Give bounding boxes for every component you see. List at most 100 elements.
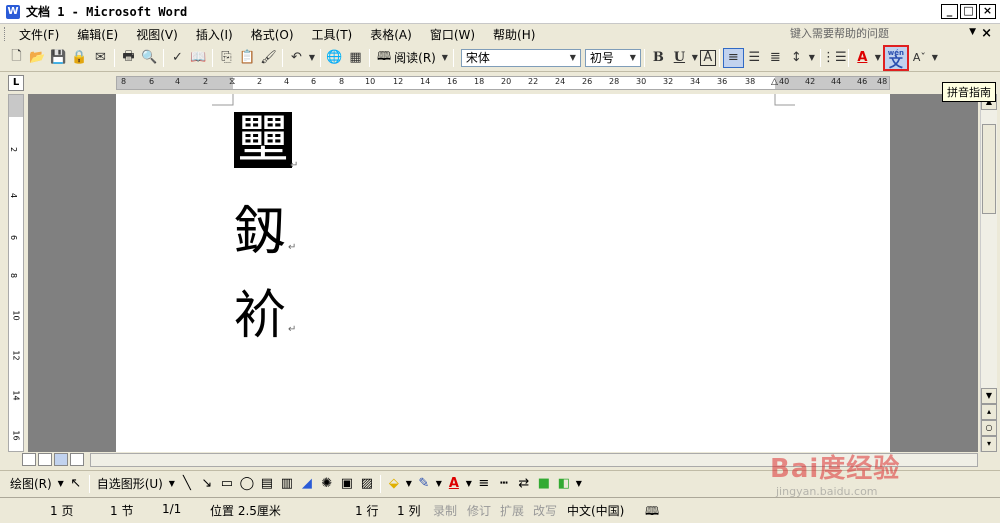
menu-help[interactable]: 帮助(H) bbox=[487, 26, 541, 43]
doc-close-icon[interactable]: × bbox=[981, 26, 992, 41]
align-justify-icon[interactable]: ≡ bbox=[722, 47, 744, 68]
draw-menu-dropdown-icon[interactable]: ▼ bbox=[56, 474, 66, 494]
right-indent-marker-icon[interactable]: △ bbox=[771, 77, 778, 87]
new-doc-icon[interactable]: 🗋 bbox=[6, 48, 27, 68]
status-trk[interactable]: 修订 bbox=[467, 502, 491, 519]
web-view-icon[interactable] bbox=[38, 453, 52, 466]
status-ext[interactable]: 扩展 bbox=[500, 502, 524, 519]
picture-icon[interactable]: ▨ bbox=[357, 474, 377, 494]
font-color-draw-dropdown-icon[interactable]: ▼ bbox=[464, 474, 474, 494]
menu-insert[interactable]: 插入(I) bbox=[190, 26, 239, 43]
rectangle-icon[interactable]: ▭ bbox=[217, 474, 237, 494]
dash-style-icon[interactable]: ┅ bbox=[494, 474, 514, 494]
char-border-button[interactable]: A bbox=[699, 49, 716, 66]
bold-button[interactable]: B bbox=[648, 48, 669, 68]
minimize-button[interactable]: _ bbox=[941, 4, 958, 19]
paste-icon[interactable]: 📋 bbox=[237, 48, 258, 68]
line-color-dropdown-icon[interactable]: ▼ bbox=[434, 474, 444, 494]
clipart-icon[interactable]: ▣ bbox=[337, 474, 357, 494]
outline-view-icon[interactable] bbox=[70, 453, 84, 466]
scroll-thumb[interactable] bbox=[982, 124, 996, 214]
draw-menu-button[interactable]: 绘图(R) bbox=[6, 475, 56, 492]
prev-page-icon[interactable]: ▴ bbox=[981, 404, 997, 420]
menu-format[interactable]: 格式(O) bbox=[245, 26, 300, 43]
document-character[interactable]: 釼 bbox=[234, 204, 286, 260]
spelling-icon[interactable]: ✓ bbox=[167, 48, 188, 68]
indent-marker-icon[interactable]: ⧖ bbox=[229, 77, 235, 87]
table-icon[interactable]: ▦ bbox=[345, 48, 366, 68]
hyperlink-icon[interactable]: 🌐 bbox=[324, 48, 345, 68]
toolbar-options-icon[interactable]: ▼ bbox=[440, 48, 450, 68]
shadow-icon[interactable]: ■ bbox=[534, 474, 554, 494]
font-color-draw-icon[interactable]: A bbox=[444, 474, 464, 494]
font-name-select[interactable]: 宋体 ▼ bbox=[460, 48, 581, 67]
close-button[interactable]: × bbox=[979, 4, 996, 19]
document-page[interactable]: 壨 ↵ 釼 ↵ 衸 ↵ bbox=[116, 94, 890, 452]
underline-dropdown-icon[interactable]: ▼ bbox=[690, 48, 700, 68]
line-style-icon[interactable]: ≡ bbox=[474, 474, 494, 494]
research-icon[interactable]: 📖 bbox=[188, 48, 209, 68]
print-icon[interactable]: 🖶 bbox=[118, 48, 139, 68]
permission-icon[interactable]: 🔒 bbox=[69, 48, 90, 68]
maximize-button[interactable]: □ bbox=[960, 4, 977, 19]
line-spacing-dropdown-icon[interactable]: ▼ bbox=[807, 48, 817, 68]
browse-object-icon[interactable]: ○ bbox=[981, 420, 997, 436]
line-color-icon[interactable]: ✎ bbox=[414, 474, 434, 494]
email-icon[interactable]: ✉ bbox=[90, 48, 111, 68]
scroll-down-icon[interactable]: ▼ bbox=[981, 388, 997, 404]
menu-table[interactable]: 表格(A) bbox=[364, 26, 418, 43]
drawbar-options-icon[interactable]: ▼ bbox=[574, 474, 584, 494]
autoshapes-button[interactable]: 自选图形(U) bbox=[93, 475, 167, 492]
horizontal-ruler[interactable]: 8 6 4 2 ⧖ 2 4 6 8 10 12 14 16 18 20 22 2… bbox=[116, 76, 890, 90]
help-dropdown-icon[interactable]: ▼ bbox=[969, 27, 976, 37]
numbering-icon[interactable]: ⋮☰ bbox=[822, 48, 847, 68]
align-right-icon[interactable]: ≣ bbox=[765, 48, 786, 68]
oval-icon[interactable]: ◯ bbox=[237, 474, 257, 494]
diagram-icon[interactable]: ✺ bbox=[317, 474, 337, 494]
open-icon[interactable]: 📂 bbox=[27, 48, 48, 68]
underline-button[interactable]: U bbox=[669, 48, 690, 68]
word-app-icon[interactable]: W bbox=[6, 4, 20, 19]
textbox-icon[interactable]: ▤ bbox=[257, 474, 277, 494]
wordart-icon[interactable]: ◢ bbox=[297, 474, 317, 494]
fill-color-icon[interactable]: ⬙ bbox=[384, 474, 404, 494]
arrow-icon[interactable]: ↘ bbox=[197, 474, 217, 494]
tab-selector[interactable]: L bbox=[8, 75, 24, 91]
font-color-dropdown-icon[interactable]: ▼ bbox=[873, 48, 883, 68]
menu-edit[interactable]: 编辑(E) bbox=[71, 26, 124, 43]
read-button[interactable]: 🕮 阅读(R) bbox=[373, 48, 440, 68]
help-search-input[interactable]: 键入需要帮助的问题 bbox=[790, 24, 970, 44]
save-icon[interactable]: 💾 bbox=[48, 48, 69, 68]
arrow-style-icon[interactable]: ⇄ bbox=[514, 474, 534, 494]
toolbar-more-icon[interactable]: ▼ bbox=[930, 48, 940, 68]
align-center-icon[interactable]: ☰ bbox=[744, 48, 765, 68]
autoshapes-dropdown-icon[interactable]: ▼ bbox=[167, 474, 177, 494]
phonetic-guide-button[interactable]: wén 文 bbox=[882, 44, 909, 71]
line-spacing-icon[interactable]: ↕ bbox=[786, 48, 807, 68]
menu-window[interactable]: 窗口(W) bbox=[424, 26, 481, 43]
font-color-button[interactable]: A bbox=[852, 48, 873, 68]
vertical-textbox-icon[interactable]: ▥ bbox=[277, 474, 297, 494]
vertical-scrollbar[interactable]: ▲ ▼ ▴ ○ ▾ bbox=[980, 94, 997, 452]
document-character[interactable]: 衸 bbox=[234, 288, 286, 344]
select-object-icon[interactable]: ↖ bbox=[66, 474, 86, 494]
selected-character[interactable]: 壨 bbox=[234, 112, 293, 168]
print-view-icon[interactable] bbox=[54, 453, 68, 466]
vertical-ruler[interactable]: 2 4 6 8 10 12 14 16 bbox=[8, 94, 24, 452]
font-size-select[interactable]: 初号 ▼ bbox=[584, 48, 641, 67]
fill-color-dropdown-icon[interactable]: ▼ bbox=[404, 474, 414, 494]
undo-dropdown-icon[interactable]: ▼ bbox=[307, 48, 317, 68]
format-painter-icon[interactable]: 🖌 bbox=[258, 48, 279, 68]
menu-file[interactable]: 文件(F) bbox=[13, 26, 65, 43]
enclose-char-icon[interactable]: Aˇ bbox=[909, 48, 930, 68]
menu-tools[interactable]: 工具(T) bbox=[306, 26, 359, 43]
3d-icon[interactable]: ◧ bbox=[554, 474, 574, 494]
menu-grip[interactable] bbox=[4, 27, 7, 41]
undo-icon[interactable]: ↶ bbox=[286, 48, 307, 68]
print-preview-icon[interactable]: 🔍 bbox=[139, 48, 160, 68]
status-rec[interactable]: 录制 bbox=[433, 502, 457, 519]
menu-view[interactable]: 视图(V) bbox=[130, 26, 184, 43]
copy-icon[interactable]: ⎘ bbox=[216, 48, 237, 68]
status-ovr[interactable]: 改写 bbox=[533, 502, 557, 519]
normal-view-icon[interactable] bbox=[22, 453, 36, 466]
